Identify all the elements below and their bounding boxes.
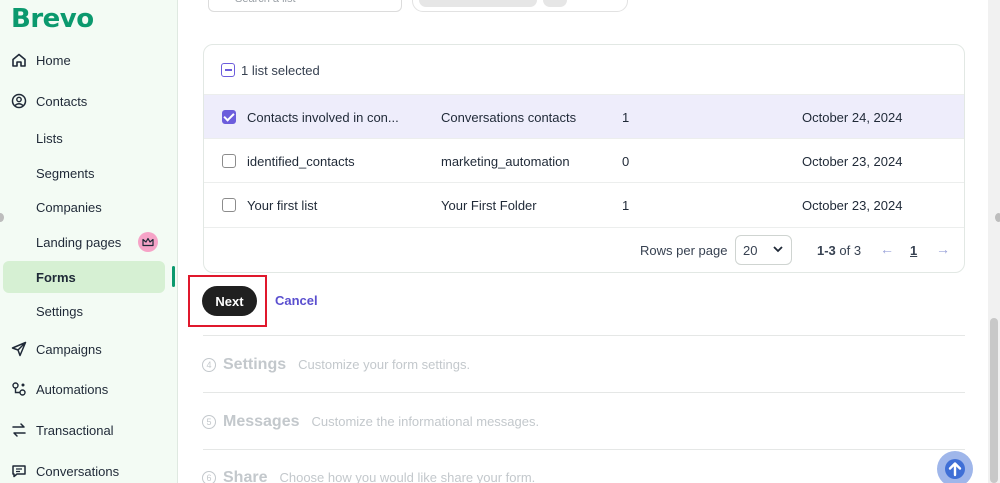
sidebar-item-home[interactable]: Home — [0, 44, 178, 76]
step-description: Choose how you would like share your for… — [279, 470, 536, 483]
list-folder: marketing_automation — [441, 154, 570, 169]
table-row[interactable]: identified_contacts marketing_automation… — [204, 138, 964, 182]
sidebar-item-label: Automations — [36, 381, 109, 397]
sidebar-item-label: Segments — [36, 165, 95, 181]
page-number[interactable]: 1 — [910, 243, 917, 258]
row-checkbox[interactable] — [222, 110, 236, 124]
sidebar-item-landing-pages[interactable]: Landing pages — [0, 226, 178, 258]
step-number: 6 — [202, 471, 216, 483]
sidebar-item-automations[interactable]: Automations — [0, 373, 178, 405]
step-title: Settings — [223, 356, 287, 373]
list-date: October 23, 2024 — [802, 154, 903, 169]
rows-per-page-value: 20 — [743, 243, 758, 258]
table-row[interactable]: Contacts involved in con... Conversation… — [204, 94, 964, 138]
deselect-all-checkbox[interactable] — [221, 63, 235, 77]
step-number: 4 — [202, 358, 216, 372]
list-date: October 23, 2024 — [802, 198, 903, 213]
list-contacts-count: 0 — [622, 154, 630, 169]
rows-per-page-select[interactable]: 20 — [735, 235, 792, 265]
step-settings: 4 Settings Customize your form settings. — [202, 356, 470, 374]
step-description: Customize the informational messages. — [311, 414, 540, 429]
range-value: 1-3 — [817, 243, 836, 258]
divider — [203, 335, 965, 336]
list-folder: Conversations contacts — [441, 110, 577, 125]
next-button[interactable]: Next — [202, 286, 257, 316]
sidebar-item-settings[interactable]: Settings — [0, 295, 178, 327]
sidebar-item-companies[interactable]: Companies — [0, 191, 178, 223]
list-name[interactable]: Contacts involved in con... — [247, 110, 412, 125]
selection-count: 1 list selected — [241, 63, 320, 78]
list-contacts-count: 1 — [622, 198, 630, 213]
sidebar-item-label: Transactional — [36, 422, 114, 438]
row-checkbox[interactable] — [222, 198, 236, 212]
table-row[interactable]: Your first list Your First Folder 1 Octo… — [204, 182, 964, 226]
edge-handle — [995, 213, 1000, 222]
conversations-icon — [10, 462, 28, 480]
pagination-range: 1-3 of 3 — [817, 243, 861, 258]
filter-chip[interactable] — [419, 0, 537, 7]
sidebar-item-label: Settings — [36, 303, 83, 319]
active-indicator — [172, 266, 175, 287]
range-total: of 3 — [839, 243, 862, 258]
sidebar-item-label: Landing pages — [36, 234, 122, 250]
sidebar-item-contacts[interactable]: Contacts — [0, 85, 178, 117]
step-title: Messages — [223, 413, 300, 430]
contacts-icon — [10, 92, 28, 110]
cancel-button[interactable]: Cancel — [275, 293, 318, 308]
row-checkbox[interactable] — [222, 154, 236, 168]
list-name[interactable]: Your first list — [247, 198, 412, 213]
sidebar-item-segments[interactable]: Segments — [0, 157, 178, 189]
sidebar-item-conversations[interactable]: Conversations — [0, 455, 178, 483]
filter-chips[interactable] — [412, 0, 628, 12]
step-description: Customize your form settings. — [298, 357, 471, 372]
prev-page-arrow-icon[interactable]: ← — [880, 241, 894, 257]
home-icon — [10, 51, 28, 69]
step-share: 6 Share Choose how you would like share … — [202, 469, 535, 483]
list-date: October 24, 2024 — [802, 110, 903, 125]
sidebar-item-lists[interactable]: Lists — [0, 122, 178, 154]
arrow-up-icon — [945, 459, 965, 479]
pagination: Rows per page 20 1-3 of 3 ← 1 → — [204, 227, 964, 273]
sidebar-item-label: Companies — [36, 199, 102, 215]
sidebar-item-label: Home — [36, 52, 71, 68]
next-page-arrow-icon[interactable]: → — [936, 241, 950, 257]
sidebar-item-label: Lists — [36, 130, 63, 146]
sidebar-item-label: Campaigns — [36, 341, 102, 357]
scrollbar-thumb[interactable] — [990, 318, 998, 483]
selection-header: 1 list selected — [204, 45, 964, 95]
step-title: Share — [223, 469, 268, 483]
list-folder: Your First Folder — [441, 198, 537, 213]
sidebar-item-campaigns[interactable]: Campaigns — [0, 333, 178, 365]
sidebar: Brevo Home Contacts Lists Segments Compa… — [0, 0, 178, 483]
sidebar-item-forms[interactable]: Forms — [3, 261, 165, 293]
scroll-to-top-button[interactable] — [937, 451, 973, 483]
lists-table: 1 list selected Contacts involved in con… — [203, 44, 965, 273]
brevo-logo[interactable]: Brevo — [11, 4, 94, 34]
rows-per-page-label: Rows per page — [640, 243, 728, 258]
filter-chip[interactable] — [543, 0, 567, 7]
step-number: 5 — [202, 415, 216, 429]
automations-icon — [10, 380, 28, 398]
sidebar-item-transactional[interactable]: Transactional — [0, 414, 178, 446]
step-messages: 5 Messages Customize the informational m… — [202, 413, 539, 431]
search-input[interactable]: Search a list — [208, 0, 402, 12]
list-name[interactable]: identified_contacts — [247, 154, 412, 169]
list-contacts-count: 1 — [622, 110, 630, 125]
transactional-icon — [10, 421, 28, 439]
sidebar-item-label: Forms — [36, 269, 76, 285]
sidebar-item-label: Contacts — [36, 93, 88, 109]
send-icon — [10, 340, 28, 358]
chevron-down-icon — [773, 245, 783, 256]
divider — [203, 449, 965, 450]
divider — [203, 392, 965, 393]
crown-icon — [138, 232, 158, 252]
sidebar-item-label: Conversations — [36, 463, 120, 479]
